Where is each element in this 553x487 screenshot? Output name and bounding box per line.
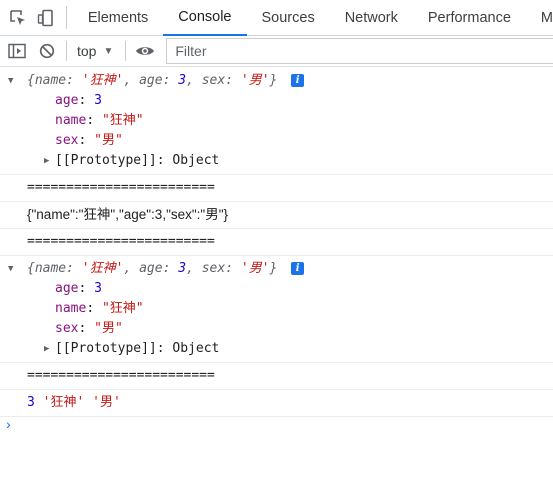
object-property: name: "狂神" <box>55 113 144 128</box>
console-prompt[interactable]: › <box>6 416 11 432</box>
console-message-values: 3 '狂神' '男' <box>0 390 553 417</box>
object-property: sex: "男" <box>55 321 123 336</box>
triangle-down-icon: ▼ <box>8 76 14 86</box>
tab-memory[interactable]: M <box>526 0 553 35</box>
prototype-row[interactable]: ▶ [[Prototype]]: Object <box>27 151 553 171</box>
device-toolbar-button[interactable] <box>32 0 60 35</box>
clear-console-icon <box>39 43 55 59</box>
object-preview: {name: '狂神', age: 3, sex: '男'} <box>27 261 278 276</box>
console-message-separator: ======================== <box>0 363 553 390</box>
filter-input[interactable]: Filter <box>166 38 553 64</box>
tabbar-divider <box>65 6 67 29</box>
tab-network[interactable]: Network <box>330 0 413 35</box>
info-icon[interactable]: i <box>291 262 305 275</box>
toolbar-divider <box>125 41 127 61</box>
tab-elements[interactable]: Elements <box>73 0 163 35</box>
eye-icon <box>136 47 155 55</box>
filter-placeholder: Filter <box>175 43 207 59</box>
clear-console-button[interactable] <box>32 36 62 66</box>
triangle-down-icon: ▼ <box>103 45 114 57</box>
console-message-object: ▼ {name: '狂神', age: 3, sex: '男'} i age: … <box>0 256 553 363</box>
console-messages: ▼ {name: '狂神', age: 3, sex: '男'} i age: … <box>0 67 553 417</box>
console-message-json: {"name":"狂神","age":3,"sex":"男"} <box>0 202 553 229</box>
console-message-separator: ======================== <box>0 229 553 256</box>
triangle-right-icon: ▶ <box>44 156 50 166</box>
inspect-element-button[interactable] <box>4 0 32 35</box>
context-selector[interactable]: top ▼ <box>71 43 121 59</box>
context-selector-label: top <box>77 43 97 59</box>
object-property: age: 3 <box>55 93 102 108</box>
sidebar-toggle-button[interactable] <box>2 36 32 66</box>
tab-sources[interactable]: Sources <box>247 0 330 35</box>
tab-console[interactable]: Console <box>163 0 247 36</box>
triangle-right-icon: ▶ <box>44 344 50 354</box>
object-property: sex: "男" <box>55 133 123 148</box>
object-property: age: 3 <box>55 281 102 296</box>
device-toolbar-icon <box>37 9 53 26</box>
inspect-element-icon <box>10 9 25 25</box>
toolbar-divider <box>66 41 67 61</box>
sidebar-toggle-icon <box>8 43 26 59</box>
chevron-right-icon: › <box>6 416 11 432</box>
object-preview: {name: '狂神', age: 3, sex: '男'} <box>27 73 278 88</box>
prototype-row[interactable]: ▶ [[Prototype]]: Object <box>27 339 553 359</box>
object-summary[interactable]: ▼ {name: '狂神', age: 3, sex: '男'} i <box>8 259 553 279</box>
object-property: name: "狂神" <box>55 301 144 316</box>
console-message-object: ▼ {name: '狂神', age: 3, sex: '男'} i age: … <box>0 67 553 175</box>
triangle-down-icon: ▼ <box>8 264 14 274</box>
info-icon[interactable]: i <box>291 74 305 87</box>
console-toolbar: top ▼ Filter <box>0 36 553 67</box>
devtools-tabbar: Elements Console Sources Network Perform… <box>0 0 553 36</box>
live-expression-button[interactable] <box>130 36 160 66</box>
tab-performance[interactable]: Performance <box>413 0 526 35</box>
object-summary[interactable]: ▼ {name: '狂神', age: 3, sex: '男'} i <box>8 71 553 91</box>
console-message-separator: ======================== <box>0 175 553 202</box>
